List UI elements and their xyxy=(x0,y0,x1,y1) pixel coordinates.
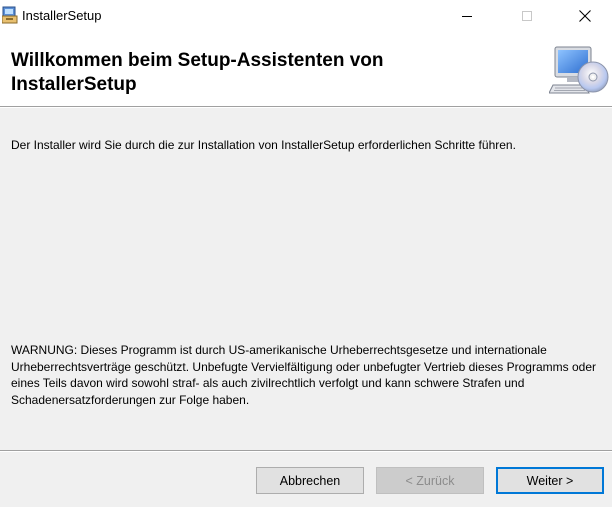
cancel-button[interactable]: Abbrechen xyxy=(256,467,364,494)
window-title: InstallerSetup xyxy=(22,8,102,23)
intro-text: Der Installer wird Sie durch die zur Ins… xyxy=(11,138,516,152)
header-panel: Willkommen beim Setup-Assistenten von In… xyxy=(0,31,612,106)
close-icon xyxy=(579,9,591,22)
minimize-icon xyxy=(462,15,472,17)
close-button[interactable] xyxy=(562,0,608,31)
title-bar[interactable]: InstallerSetup xyxy=(0,0,612,31)
header-divider xyxy=(0,106,612,108)
minimize-button[interactable] xyxy=(444,0,490,31)
page-title: Willkommen beim Setup-Assistenten von In… xyxy=(11,50,384,95)
copyright-warning-text: WARNUNG: Dieses Programm ist durch US-am… xyxy=(11,343,596,407)
computer-cd-icon xyxy=(548,43,609,99)
installer-window: InstallerSetup Willkommen beim Setup-Ass… xyxy=(0,0,612,507)
installer-app-icon xyxy=(1,6,18,24)
footer-divider xyxy=(0,450,612,452)
next-button[interactable]: Weiter > xyxy=(496,467,604,494)
back-button: < Zurück xyxy=(376,467,484,494)
maximize-button xyxy=(504,0,550,31)
maximize-icon xyxy=(522,10,532,21)
